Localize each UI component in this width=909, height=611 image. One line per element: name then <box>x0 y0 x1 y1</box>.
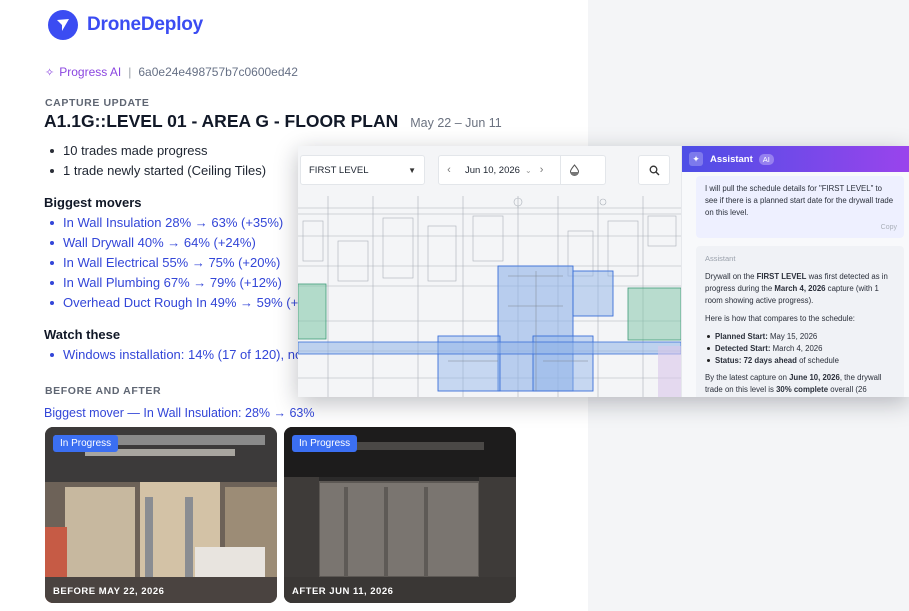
ai-badge: AI <box>758 153 774 165</box>
list-item: Detected Start: March 4, 2026 <box>705 343 895 355</box>
status-badge: In Progress <box>292 435 358 452</box>
summary-list: 10 trades made progress 1 trade newly st… <box>50 141 266 181</box>
mover-link[interactable]: In Wall Electrical 55% → 75% (+20%) <box>50 253 329 273</box>
layer-drop-icon[interactable] <box>561 164 589 176</box>
assistant-sparkle-icon: ✦ <box>689 152 703 166</box>
list-item: 10 trades made progress <box>50 141 266 161</box>
page-title: A1.1G::LEVEL 01 - AREA G - FLOOR PLAN Ma… <box>44 111 502 132</box>
next-date-icon[interactable]: › <box>532 164 552 176</box>
user-message-text: I will pull the schedule details for "FI… <box>705 184 894 217</box>
list-item: Status: 72 days ahead of schedule <box>705 355 895 367</box>
brand-name: DroneDeploy <box>87 14 204 35</box>
assistant-header: ✦ Assistant AI <box>682 146 909 172</box>
list-item: 1 trade newly started (Ceiling Tiles) <box>50 161 266 181</box>
assistant-panel: ✦ Assistant AI I will pull the schedule … <box>681 146 909 397</box>
ai-separator: | <box>128 65 132 79</box>
before-after-heading: BEFORE AND AFTER <box>45 385 162 397</box>
user-message: I will pull the schedule details for "FI… <box>696 176 904 238</box>
watch-heading: Watch these <box>44 327 121 342</box>
movers-list: In Wall Insulation 28% → 63% (+35%) Wall… <box>50 213 329 313</box>
copy-button[interactable]: Copy <box>881 222 897 234</box>
caret-down-icon: ▼ <box>408 165 416 175</box>
schedule-list: Planned Start: May 15, 2026 Detected Sta… <box>705 331 895 367</box>
floor-plan-viewer[interactable]: FIRST LEVEL ▼ ‹ Jun 10, 2026 ⌄ › <box>298 146 681 397</box>
level-select-value: FIRST LEVEL <box>309 164 369 176</box>
before-caption: BEFORE MAY 22, 2026 <box>53 586 165 597</box>
reply-paragraph: By the latest capture on June 10, 2026, … <box>705 373 882 394</box>
date-value[interactable]: Jun 10, 2026 <box>465 165 520 176</box>
progress-ai-line: ✧ Progress AI | 6a0e24e498757b7c0600ed42 <box>45 65 298 79</box>
mover-link[interactable]: Overhead Duct Rough In 49% → 59% (+10%) <box>50 293 329 313</box>
search-button[interactable] <box>638 155 670 185</box>
date-range: May 22 – Jun 11 <box>410 116 502 130</box>
brand-logo[interactable]: DroneDeploy <box>48 10 203 40</box>
list-item: Planned Start: May 15, 2026 <box>705 331 895 343</box>
reply-paragraph: Here is how that compares to the schedul… <box>705 314 855 323</box>
assistant-reply: Assistant Drywall on the FIRST LEVEL was… <box>696 246 904 397</box>
dronedeploy-logo-icon <box>48 10 78 40</box>
level-select[interactable]: FIRST LEVEL ▼ <box>300 155 425 185</box>
before-photo[interactable]: In Progress BEFORE MAY 22, 2026 <box>45 427 277 603</box>
capture-id: 6a0e24e498757b7c0600ed42 <box>138 65 298 79</box>
after-photo[interactable]: In Progress AFTER JUN 11, 2026 <box>284 427 516 603</box>
assistant-title: Assistant <box>710 153 753 165</box>
sparkle-icon: ✧ <box>45 66 55 79</box>
mover-link[interactable]: In Wall Insulation 28% → 63% (+35%) <box>50 213 329 233</box>
progress-ai-label: Progress AI <box>59 65 122 79</box>
after-caption: AFTER JUN 11, 2026 <box>292 586 394 597</box>
plan-title: A1.1G::LEVEL 01 - AREA G - FLOOR PLAN <box>44 111 399 131</box>
chevron-down-icon[interactable]: ⌄ <box>525 166 532 175</box>
previous-date-icon[interactable]: ‹ <box>439 164 459 176</box>
reply-paragraph: Drywall on the FIRST LEVEL was first det… <box>705 272 888 305</box>
date-navigator: ‹ Jun 10, 2026 ⌄ › <box>438 155 606 185</box>
mover-link[interactable]: Wall Drywall 40% → 64% (+24%) <box>50 233 329 253</box>
status-badge: In Progress <box>53 435 119 452</box>
mover-link[interactable]: In Wall Plumbing 67% → 79% (+12%) <box>50 273 329 293</box>
search-icon <box>649 165 659 175</box>
before-after-link[interactable]: Biggest mover — In Wall Insulation: 28% … <box>44 406 315 420</box>
product-screenshot: FIRST LEVEL ▼ ‹ Jun 10, 2026 ⌄ › ✦ Assis… <box>298 146 909 397</box>
capture-update-eyebrow: CAPTURE UPDATE <box>45 97 150 109</box>
reply-label: Assistant <box>705 254 736 263</box>
movers-heading: Biggest movers <box>44 195 142 210</box>
